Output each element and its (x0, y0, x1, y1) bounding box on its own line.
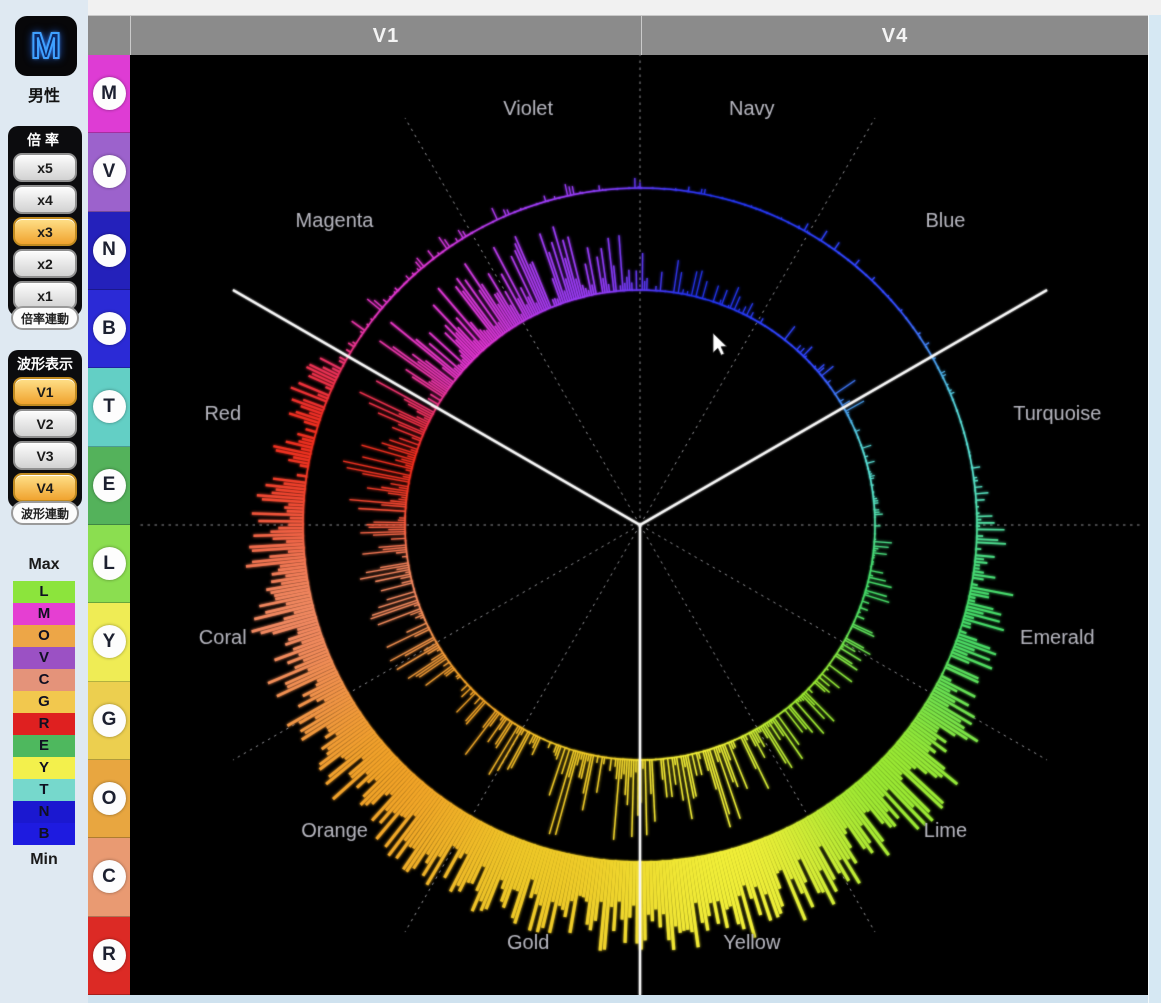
waveform-link-button[interactable]: 波形連動 (11, 501, 79, 525)
strip-item-T[interactable]: T (88, 368, 130, 446)
header-v4-label: V4 (642, 16, 1148, 56)
header-v1-label: V1 (131, 16, 642, 56)
legend-band-T: T (13, 779, 75, 801)
waveform-button-v3[interactable]: V3 (13, 441, 77, 470)
legend-max-label: Max (0, 556, 88, 574)
note-letter-strip: M V N B T E L Y G O C R (88, 55, 130, 995)
window-right-strip (1148, 15, 1161, 1003)
strip-item-N[interactable]: N (88, 212, 130, 290)
circular-spectrum-canvas (130, 55, 1148, 995)
window-bottom-strip (88, 995, 1148, 1003)
strip-item-R[interactable]: R (88, 917, 130, 995)
strip-item-V[interactable]: V (88, 133, 130, 211)
strip-item-L[interactable]: L (88, 525, 130, 603)
waveform-button-v2[interactable]: V2 (13, 409, 77, 438)
spectrum-visualization-area (130, 55, 1148, 995)
magnification-link-button[interactable]: 倍率連動 (11, 306, 79, 330)
legend-band-O: O (13, 625, 75, 647)
strip-letter-V: V (93, 155, 126, 188)
strip-letter-T: T (93, 390, 126, 423)
waveform-panel-title: 波形表示 (13, 354, 77, 374)
window-top-strip (88, 0, 1161, 15)
waveform-button-v1[interactable]: V1 (13, 377, 77, 406)
magnification-button-x3[interactable]: x3 (13, 217, 77, 246)
legend-band-Y: Y (13, 757, 75, 779)
strip-item-Y[interactable]: Y (88, 603, 130, 681)
legend-band-R: R (13, 713, 75, 735)
legend-band-N: N (13, 801, 75, 823)
legend-band-B: B (13, 823, 75, 845)
strip-item-B[interactable]: B (88, 290, 130, 368)
waveform-button-v4[interactable]: V4 (13, 473, 77, 502)
strip-item-C[interactable]: C (88, 838, 130, 916)
strip-letter-L: L (93, 547, 126, 580)
strip-item-M[interactable]: M (88, 55, 130, 133)
legend-band-E: E (13, 735, 75, 757)
legend-band-C: C (13, 669, 75, 691)
magnification-button-x5[interactable]: x5 (13, 153, 77, 182)
application-window: { "header": { "left": "V1", "right": "V4… (0, 0, 1161, 1003)
strip-letter-C: C (93, 860, 126, 893)
strip-letter-E: E (93, 469, 126, 502)
waveform-display-panel: 波形表示 V1 V2 V3 V4 (8, 350, 82, 508)
strip-letter-M: M (93, 77, 126, 110)
legend-band-G: G (13, 691, 75, 713)
strip-letter-O: O (93, 782, 126, 815)
magnification-button-x4[interactable]: x4 (13, 185, 77, 214)
color-legend: LMOVCGREYTNB (13, 581, 75, 845)
waveform-header-bar: V1 V4 (88, 15, 1148, 56)
header-corner-cell (88, 16, 131, 56)
voice-type-label: 男性 (0, 82, 88, 106)
strip-letter-G: G (93, 704, 126, 737)
strip-letter-N: N (93, 234, 126, 267)
strip-item-E[interactable]: E (88, 447, 130, 525)
strip-item-O[interactable]: O (88, 760, 130, 838)
legend-band-L: L (13, 581, 75, 603)
magnification-panel-title: 倍率 (13, 130, 77, 150)
strip-letter-Y: Y (93, 625, 126, 658)
app-logo-button[interactable]: M (15, 16, 77, 76)
logo-m-icon: M (31, 25, 61, 67)
strip-letter-R: R (93, 939, 126, 972)
strip-letter-B: B (93, 312, 126, 345)
legend-band-M: M (13, 603, 75, 625)
magnification-button-x2[interactable]: x2 (13, 249, 77, 278)
magnification-panel: 倍率 x5x4x3x2x1 (8, 126, 82, 316)
strip-item-G[interactable]: G (88, 682, 130, 760)
legend-min-label: Min (0, 851, 88, 869)
sidebar: M 男性 倍率 x5x4x3x2x1 倍率連動 波形表示 V1V2V3V4 波形… (0, 0, 88, 1003)
legend-band-V: V (13, 647, 75, 669)
